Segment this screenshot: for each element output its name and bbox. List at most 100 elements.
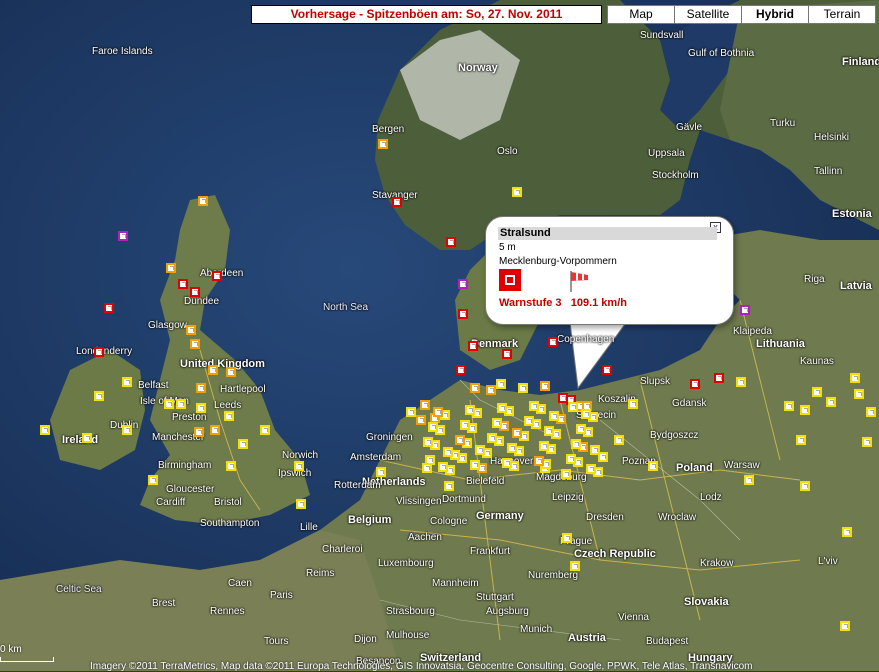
warning-marker[interactable] [602, 365, 612, 375]
warning-marker[interactable] [850, 373, 860, 383]
warning-marker[interactable] [502, 349, 512, 359]
warning-marker[interactable] [444, 481, 454, 491]
warning-marker[interactable] [492, 418, 502, 428]
warning-marker[interactable] [176, 399, 186, 409]
warning-marker[interactable] [392, 197, 402, 207]
warning-marker[interactable] [496, 379, 506, 389]
warning-marker[interactable] [548, 337, 558, 347]
warning-marker[interactable] [164, 399, 174, 409]
warning-marker[interactable] [534, 456, 544, 466]
warning-marker[interactable] [423, 437, 433, 447]
warning-marker[interactable] [260, 425, 270, 435]
warning-marker[interactable] [518, 383, 528, 393]
warning-marker[interactable] [94, 391, 104, 401]
warning-marker[interactable] [614, 435, 624, 445]
warning-marker[interactable] [561, 469, 571, 479]
warning-marker[interactable] [443, 447, 453, 457]
warning-marker[interactable] [566, 454, 576, 464]
warning-marker[interactable] [425, 455, 435, 465]
warning-marker[interactable] [226, 367, 236, 377]
warning-marker[interactable] [455, 435, 465, 445]
warning-marker[interactable] [784, 401, 794, 411]
warning-marker[interactable] [446, 237, 456, 247]
warning-marker[interactable] [428, 422, 438, 432]
warning-marker[interactable] [502, 458, 512, 468]
warning-marker[interactable] [487, 433, 497, 443]
warning-marker[interactable] [178, 279, 188, 289]
map-type-map-button[interactable]: Map [607, 5, 675, 24]
warning-marker[interactable] [576, 424, 586, 434]
warning-marker[interactable] [376, 467, 386, 477]
warning-marker[interactable] [581, 409, 591, 419]
warning-marker[interactable] [186, 325, 196, 335]
warning-marker[interactable] [94, 347, 104, 357]
warning-marker[interactable] [460, 420, 470, 430]
warning-marker[interactable] [796, 435, 806, 445]
warning-marker[interactable] [475, 445, 485, 455]
warning-marker[interactable] [826, 397, 836, 407]
warning-marker[interactable] [82, 433, 92, 443]
warning-marker[interactable] [540, 381, 550, 391]
warning-marker[interactable] [40, 425, 50, 435]
warning-marker[interactable] [122, 377, 132, 387]
warning-marker[interactable] [438, 462, 448, 472]
warning-marker[interactable] [539, 441, 549, 451]
warning-marker[interactable] [866, 407, 876, 417]
warning-marker[interactable] [842, 527, 852, 537]
warning-marker[interactable] [507, 443, 517, 453]
warning-marker[interactable] [628, 399, 638, 409]
warning-marker[interactable] [212, 271, 222, 281]
warning-marker[interactable] [690, 379, 700, 389]
warning-marker[interactable] [736, 377, 746, 387]
warning-marker[interactable] [840, 621, 850, 631]
warning-marker[interactable] [378, 139, 388, 149]
warning-marker[interactable] [571, 439, 581, 449]
warning-marker[interactable] [598, 452, 608, 462]
map-type-hybrid-button[interactable]: Hybrid [741, 5, 809, 24]
map-type-terrain-button[interactable]: Terrain [808, 5, 876, 24]
warning-marker[interactable] [208, 365, 218, 375]
warning-marker[interactable] [862, 437, 872, 447]
warning-marker[interactable] [586, 464, 596, 474]
warning-marker[interactable] [512, 428, 522, 438]
warning-marker[interactable] [224, 411, 234, 421]
map-type-satellite-button[interactable]: Satellite [674, 5, 742, 24]
warning-marker[interactable] [744, 475, 754, 485]
warning-marker[interactable] [529, 401, 539, 411]
warning-marker[interactable] [294, 461, 304, 471]
warning-marker[interactable] [226, 461, 236, 471]
warning-marker[interactable] [470, 383, 480, 393]
warning-marker[interactable] [420, 400, 430, 410]
warning-marker[interactable] [238, 439, 248, 449]
warning-marker[interactable] [714, 373, 724, 383]
warning-marker[interactable] [456, 365, 466, 375]
warning-marker[interactable] [166, 263, 176, 273]
warning-marker[interactable] [568, 402, 578, 412]
warning-marker[interactable] [118, 231, 128, 241]
warning-marker[interactable] [416, 415, 426, 425]
warning-marker[interactable] [648, 461, 658, 471]
warning-marker[interactable] [198, 196, 208, 206]
warning-marker[interactable] [549, 411, 559, 421]
warning-marker[interactable] [544, 426, 554, 436]
warning-marker[interactable] [854, 389, 864, 399]
warning-marker[interactable] [196, 403, 206, 413]
warning-marker[interactable] [104, 303, 114, 313]
warning-marker[interactable] [468, 341, 478, 351]
warning-marker[interactable] [122, 425, 132, 435]
warning-marker[interactable] [148, 475, 158, 485]
warning-marker[interactable] [458, 309, 468, 319]
warning-marker[interactable] [458, 279, 468, 289]
warning-marker[interactable] [570, 561, 580, 571]
warning-marker[interactable] [470, 460, 480, 470]
warning-marker[interactable] [190, 287, 200, 297]
warning-marker[interactable] [465, 405, 475, 415]
warning-marker[interactable] [562, 533, 572, 543]
warning-marker[interactable] [486, 385, 496, 395]
warning-marker[interactable] [800, 405, 810, 415]
warning-marker[interactable] [800, 481, 810, 491]
warning-marker[interactable] [497, 403, 507, 413]
warning-marker[interactable] [190, 339, 200, 349]
warning-marker[interactable] [210, 425, 220, 435]
warning-marker[interactable] [812, 387, 822, 397]
